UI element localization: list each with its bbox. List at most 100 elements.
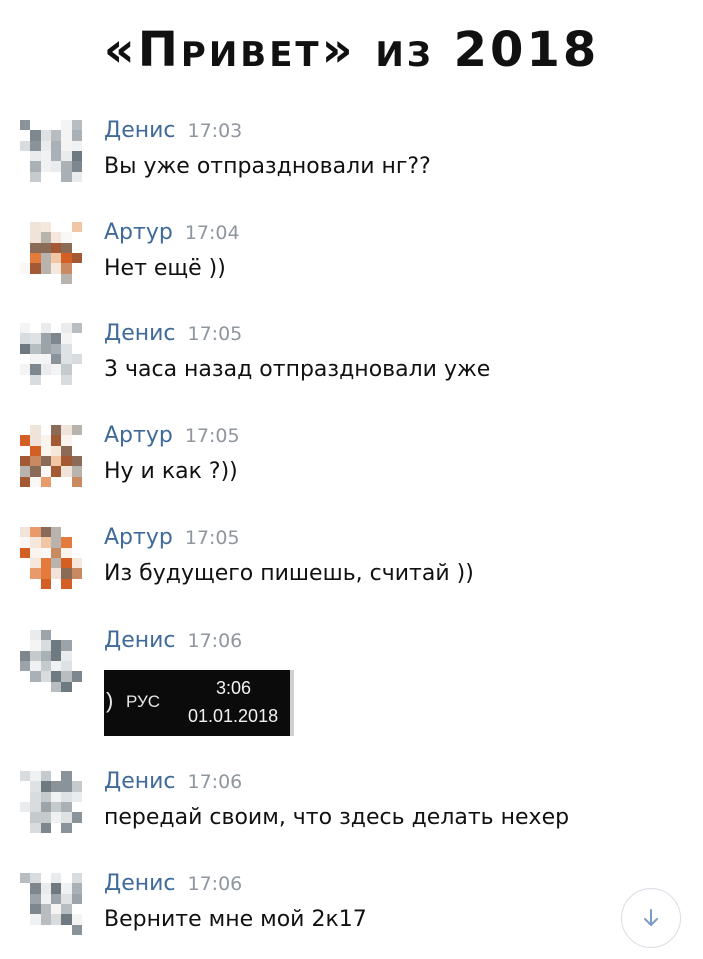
- avatar-pixel: [20, 671, 31, 682]
- avatar-pixel: [71, 364, 82, 375]
- avatar-pixel: [40, 537, 51, 548]
- avatar-pixel: [20, 650, 31, 661]
- message-author[interactable]: Денис: [104, 628, 176, 653]
- avatar-pixel: [71, 924, 82, 935]
- avatar-pixel: [61, 263, 72, 274]
- avatar-pixel: [30, 455, 41, 467]
- avatar-pixel: [50, 222, 62, 233]
- avatar-pixel: [40, 232, 51, 243]
- avatar-pixel: [20, 630, 31, 641]
- avatar[interactable]: [20, 222, 82, 284]
- avatar-pixel: [50, 578, 62, 589]
- avatar-pixel: [61, 547, 72, 558]
- avatar-pixel: [20, 903, 31, 915]
- image-attachment[interactable]: ) РУС 3:06 01.01.2018: [104, 670, 294, 736]
- avatar-pixel: [40, 466, 51, 477]
- avatar-pixel: [50, 333, 62, 344]
- avatar[interactable]: [20, 771, 82, 833]
- avatar-pixel: [50, 660, 62, 672]
- avatar-pixel: [40, 273, 51, 284]
- scroll-down-button[interactable]: [621, 888, 681, 948]
- avatar-pixel: [71, 681, 82, 692]
- avatar-pixel: [40, 883, 51, 894]
- avatar[interactable]: [20, 323, 82, 385]
- avatar-pixel: [50, 812, 62, 823]
- avatar-pixel: [71, 273, 82, 284]
- avatar-pixel: [71, 120, 82, 131]
- avatar-pixel: [40, 650, 51, 661]
- avatar-pixel: [20, 150, 31, 162]
- message-author[interactable]: Денис: [104, 118, 176, 143]
- avatar-pixel: [40, 333, 51, 344]
- message-author[interactable]: Денис: [104, 321, 176, 346]
- avatar-pixel: [61, 476, 72, 487]
- avatar-pixel: [61, 527, 72, 538]
- avatar-pixel: [30, 903, 41, 915]
- avatar-pixel: [61, 140, 72, 151]
- avatar-pixel: [71, 171, 82, 182]
- avatar-pixel: [50, 883, 62, 894]
- avatar-pixel: [20, 171, 31, 182]
- avatar-pixel: [50, 801, 62, 813]
- avatar-pixel: [20, 455, 31, 467]
- avatar-pixel: [20, 232, 31, 243]
- avatar-pixel: [71, 537, 82, 548]
- avatar-pixel: [20, 924, 31, 935]
- avatar-pixel: [50, 630, 62, 641]
- avatar-pixel: [20, 425, 31, 436]
- avatar-pixel: [50, 791, 62, 802]
- avatar[interactable]: [20, 630, 82, 692]
- avatar-pixel: [61, 557, 72, 569]
- message-author[interactable]: Артур: [104, 220, 173, 245]
- message-time: 17:03: [187, 120, 243, 142]
- avatar-pixel: [61, 353, 72, 365]
- avatar-pixel: [40, 660, 51, 672]
- avatar-pixel: [20, 893, 31, 904]
- avatar-pixel: [61, 252, 72, 264]
- avatar-pixel: [71, 791, 82, 802]
- avatar-pixel: [20, 130, 31, 141]
- avatar-pixel: [20, 263, 31, 274]
- message-author[interactable]: Артур: [104, 525, 173, 550]
- avatar-pixel: [71, 150, 82, 162]
- avatar[interactable]: [20, 425, 82, 487]
- avatar[interactable]: [20, 873, 82, 935]
- avatar-pixel: [50, 527, 62, 538]
- avatar-pixel: [71, 660, 82, 672]
- attachment-paren: ): [106, 688, 114, 713]
- message-time: 17:06: [187, 630, 243, 652]
- message-author[interactable]: Артур: [104, 423, 173, 448]
- avatar-pixel: [30, 630, 41, 641]
- avatar-pixel: [30, 343, 41, 354]
- avatar-pixel: [61, 650, 72, 661]
- avatar-pixel: [20, 242, 31, 253]
- avatar-pixel: [50, 232, 62, 243]
- avatar-pixel: [30, 873, 41, 884]
- message-author[interactable]: Денис: [104, 871, 176, 896]
- avatar[interactable]: [20, 527, 82, 589]
- avatar-pixel: [50, 568, 62, 579]
- avatar-pixel: [61, 781, 72, 792]
- avatar-pixel: [61, 130, 72, 141]
- avatar-pixel: [50, 781, 62, 792]
- avatar-pixel: [40, 435, 51, 446]
- avatar-pixel: [50, 903, 62, 915]
- avatar-pixel: [20, 914, 31, 925]
- avatar-pixel: [61, 333, 72, 344]
- avatar-pixel: [30, 263, 41, 274]
- avatar-pixel: [61, 323, 72, 334]
- message-time: 17:05: [184, 425, 240, 447]
- avatar[interactable]: [20, 120, 82, 182]
- avatar-pixel: [30, 568, 41, 579]
- avatar-pixel: [50, 425, 62, 436]
- avatar-pixel: [40, 893, 51, 904]
- avatar-pixel: [40, 161, 51, 172]
- avatar-pixel: [40, 455, 51, 467]
- avatar-pixel: [30, 140, 41, 151]
- message-author[interactable]: Денис: [104, 769, 176, 794]
- avatar-pixel: [30, 771, 41, 782]
- avatar-pixel: [20, 364, 31, 375]
- avatar-pixel: [30, 130, 41, 141]
- avatar-pixel: [61, 171, 72, 182]
- avatar-pixel: [50, 893, 62, 904]
